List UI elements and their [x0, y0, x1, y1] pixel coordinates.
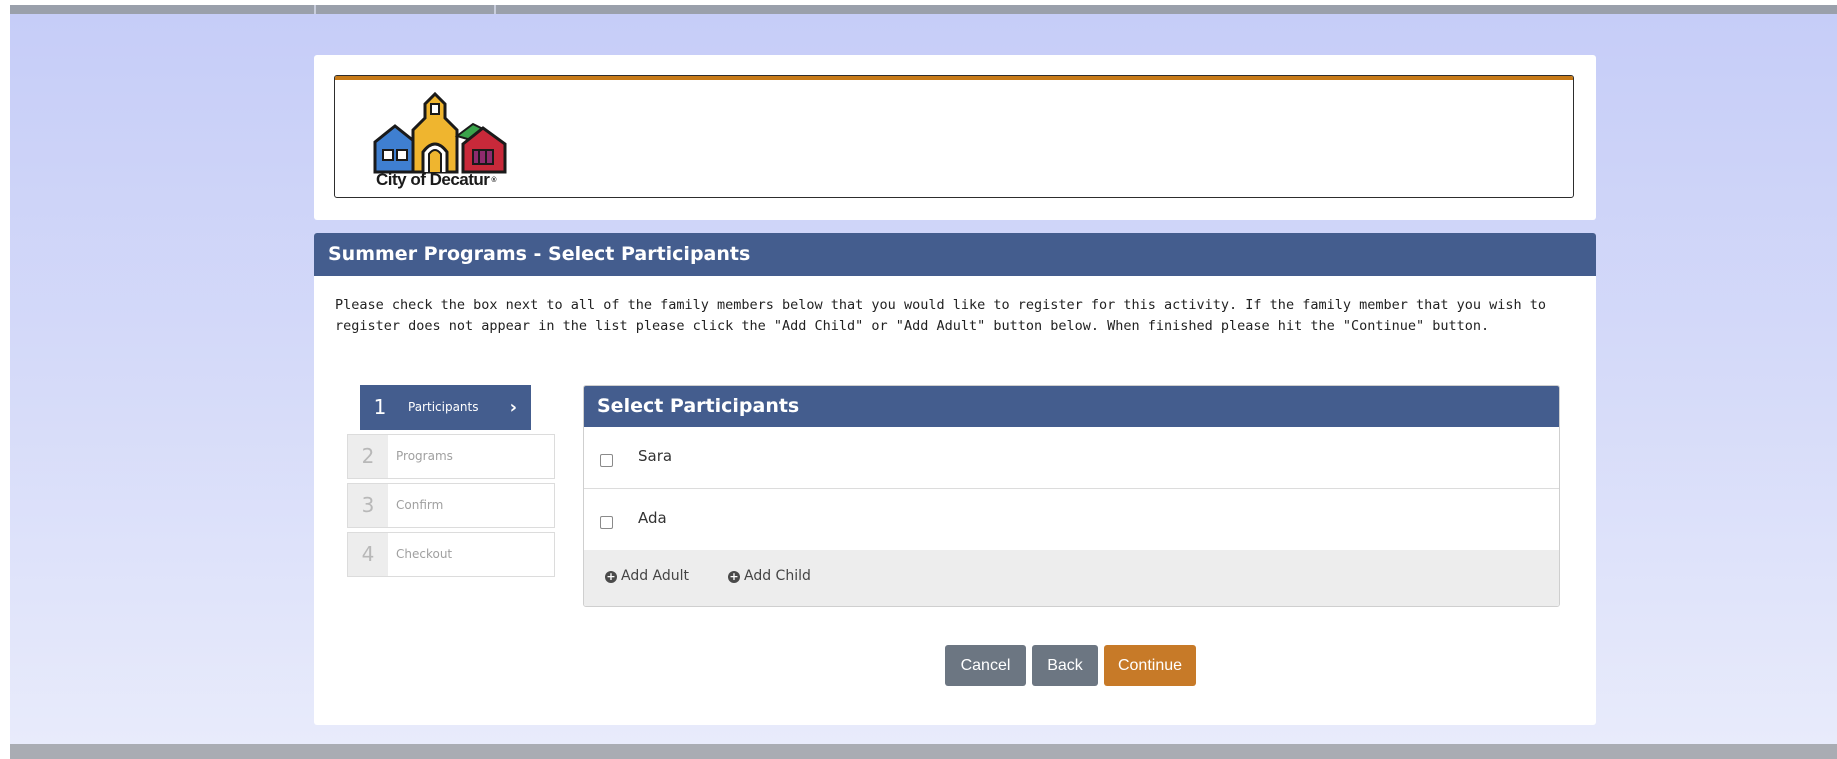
add-child-label: Add Child: [744, 568, 811, 584]
add-child-button[interactable]: + Add Child: [728, 568, 811, 584]
back-button[interactable]: Back: [1032, 645, 1098, 686]
participant-name: Sara: [638, 447, 673, 465]
strip-divider: [494, 5, 496, 14]
step-participants[interactable]: 1 Participants ›: [360, 385, 531, 430]
city-houses-icon: [373, 91, 507, 174]
participant-checkbox[interactable]: [600, 454, 613, 467]
participant-name: Ada: [638, 509, 667, 527]
panel-footer: + Add Adult + Add Child: [584, 550, 1559, 606]
select-participants-panel: Select Participants Sara Ada + Add Adult …: [583, 385, 1560, 607]
step-label: Programs: [396, 449, 453, 463]
step-label: Participants: [408, 400, 479, 414]
bottom-strip: [10, 744, 1837, 759]
page-title: Summer Programs - Select Participants: [314, 233, 1596, 276]
plus-circle-icon: +: [605, 570, 617, 583]
step-programs[interactable]: 2 Programs: [347, 434, 555, 479]
step-number: 4: [348, 533, 388, 576]
participant-row[interactable]: Sara: [584, 427, 1559, 489]
step-confirm[interactable]: 3 Confirm: [347, 483, 555, 528]
header-banner: City of Decatur ®: [334, 75, 1574, 198]
step-number: 1: [373, 395, 387, 419]
chevron-right-icon: ›: [509, 397, 517, 418]
step-wizard: 1 Participants › 2 Programs 3 Confirm 4 …: [347, 385, 555, 581]
instructions-text: Please check the box next to all of the …: [335, 297, 1547, 334]
cancel-button[interactable]: Cancel: [945, 645, 1026, 686]
continue-button[interactable]: Continue: [1104, 645, 1196, 686]
add-adult-label: Add Adult: [621, 568, 690, 584]
main-card: Summer Programs - Select Participants Pl…: [314, 233, 1596, 725]
top-strip: [10, 5, 1837, 14]
add-adult-button[interactable]: + Add Adult: [605, 568, 689, 584]
step-number: 3: [348, 484, 388, 527]
step-label: Confirm: [396, 498, 444, 512]
strip-divider: [314, 5, 316, 14]
participant-checkbox[interactable]: [600, 516, 613, 529]
plus-circle-icon: +: [728, 570, 740, 583]
banner-accent-line: [335, 76, 1573, 80]
city-logo[interactable]: City of Decatur ®: [373, 90, 543, 195]
logo-text: City of Decatur ®: [376, 170, 497, 189]
step-number: 2: [348, 435, 388, 478]
step-label: Checkout: [396, 547, 453, 561]
panel-title: Select Participants: [584, 386, 1559, 427]
participant-row[interactable]: Ada: [584, 489, 1559, 551]
step-checkout[interactable]: 4 Checkout: [347, 532, 555, 577]
header-card: City of Decatur ®: [314, 55, 1596, 220]
